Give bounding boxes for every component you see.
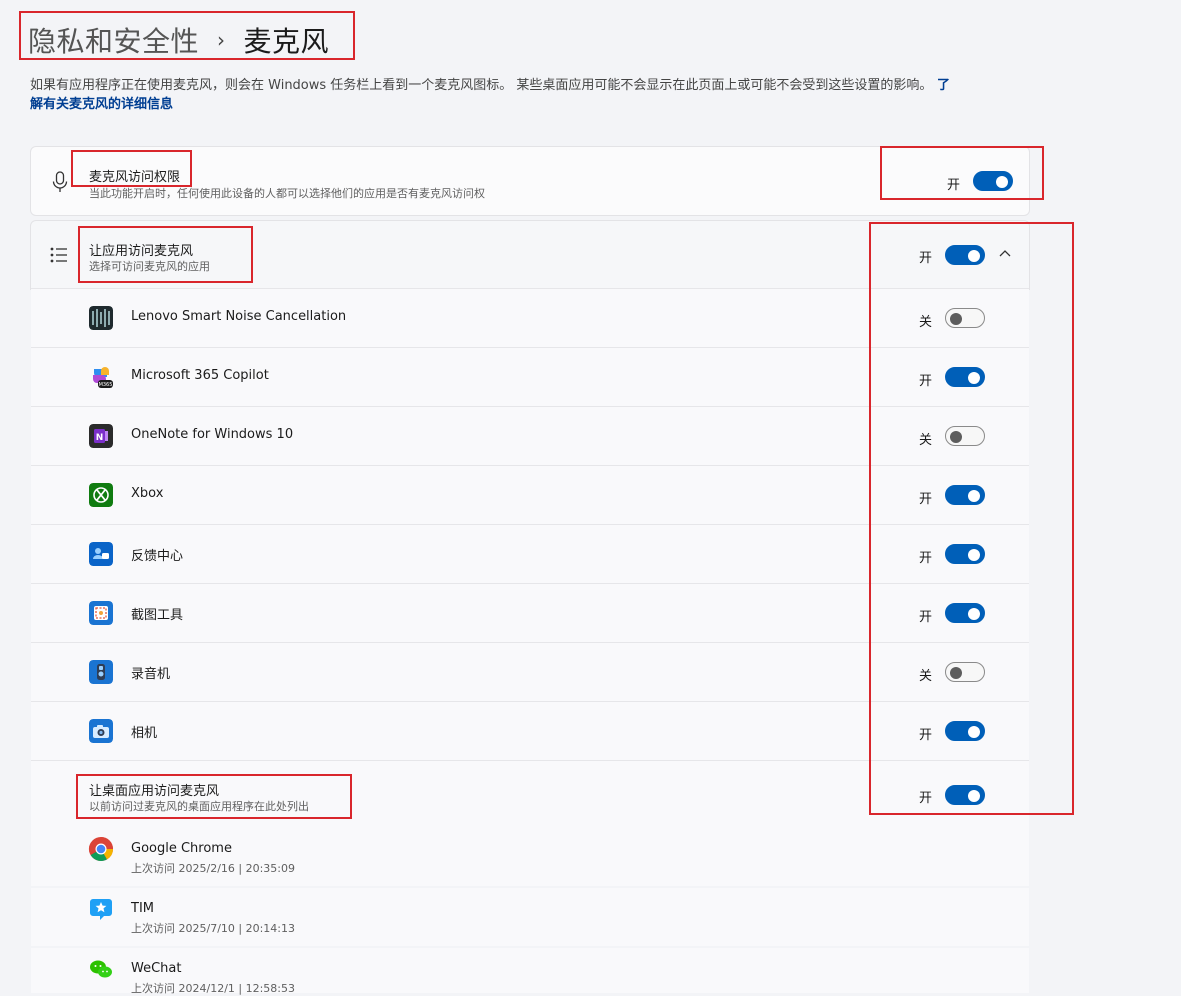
desktop-app-name: WeChat xyxy=(131,961,182,976)
microphone-icon xyxy=(52,171,68,192)
svg-text:N: N xyxy=(96,433,104,443)
description-text: 如果有应用程序正在使用麦克风，则会在 Windows 任务栏上看到一个麦克风图标… xyxy=(30,78,933,93)
annotation-box-desktop-title xyxy=(76,774,352,819)
desktop-app-last-access: 上次访问 2025/2/16 | 20:35:09 xyxy=(131,862,296,875)
page-description: 如果有应用程序正在使用麦克风，则会在 Windows 任务栏上看到一个麦克风图标… xyxy=(30,76,1030,114)
lenovo-snc-icon xyxy=(89,306,113,330)
annotation-box-mic-toggle xyxy=(880,146,1044,200)
desktop-app-row-chrome: Google Chrome 上次访问 2025/2/16 | 20:35:09 xyxy=(31,828,1029,886)
sound-recorder-icon xyxy=(89,660,113,684)
desktop-app-name: TIM xyxy=(131,901,154,916)
desktop-app-row-tim: TIM 上次访问 2025/7/10 | 20:14:13 xyxy=(31,888,1029,946)
desktop-app-last-access: 上次访问 2025/7/10 | 20:14:13 xyxy=(131,922,296,935)
camera-icon xyxy=(89,719,113,743)
app-name: Microsoft 365 Copilot xyxy=(131,368,269,383)
learn-more-link-prefix[interactable]: 了 xyxy=(932,78,950,93)
xbox-icon xyxy=(89,483,113,507)
learn-more-link[interactable]: 解有关麦克风的详细信息 xyxy=(30,97,173,112)
app-name: 相机 xyxy=(131,726,158,741)
annotation-box-apps-title xyxy=(78,226,253,283)
app-name: Lenovo Smart Noise Cancellation xyxy=(131,309,347,324)
tim-icon xyxy=(90,899,112,920)
mic-access-subtitle: 当此功能开启时，任何使用此设备的人都可以选择他们的应用是否有麦克风访问权 xyxy=(89,187,485,200)
m365-copilot-icon: M365 xyxy=(93,367,113,388)
wechat-icon xyxy=(90,960,112,978)
app-name: 反馈中心 xyxy=(131,549,184,564)
chrome-icon xyxy=(88,837,113,862)
app-name: 截图工具 xyxy=(131,608,184,623)
onenote-icon: N xyxy=(89,424,113,448)
annotation-box-mic-title xyxy=(71,150,192,187)
annotation-box-breadcrumb xyxy=(19,11,355,60)
feedback-hub-icon xyxy=(89,542,113,566)
desktop-app-row-wechat: WeChat 上次访问 2024/12/1 | 12:58:53 xyxy=(31,948,1029,995)
desktop-app-name: Google Chrome xyxy=(131,841,232,856)
app-list-icon xyxy=(50,247,67,263)
snipping-tool-icon xyxy=(89,601,113,625)
desktop-app-last-access: 上次访问 2024/12/1 | 12:58:53 xyxy=(131,982,296,995)
app-name: Xbox xyxy=(131,486,164,501)
app-name: 录音机 xyxy=(131,667,171,682)
app-name: OneNote for Windows 10 xyxy=(131,427,294,442)
svg-text:M365: M365 xyxy=(99,382,113,388)
annotation-box-toggles xyxy=(869,222,1074,815)
